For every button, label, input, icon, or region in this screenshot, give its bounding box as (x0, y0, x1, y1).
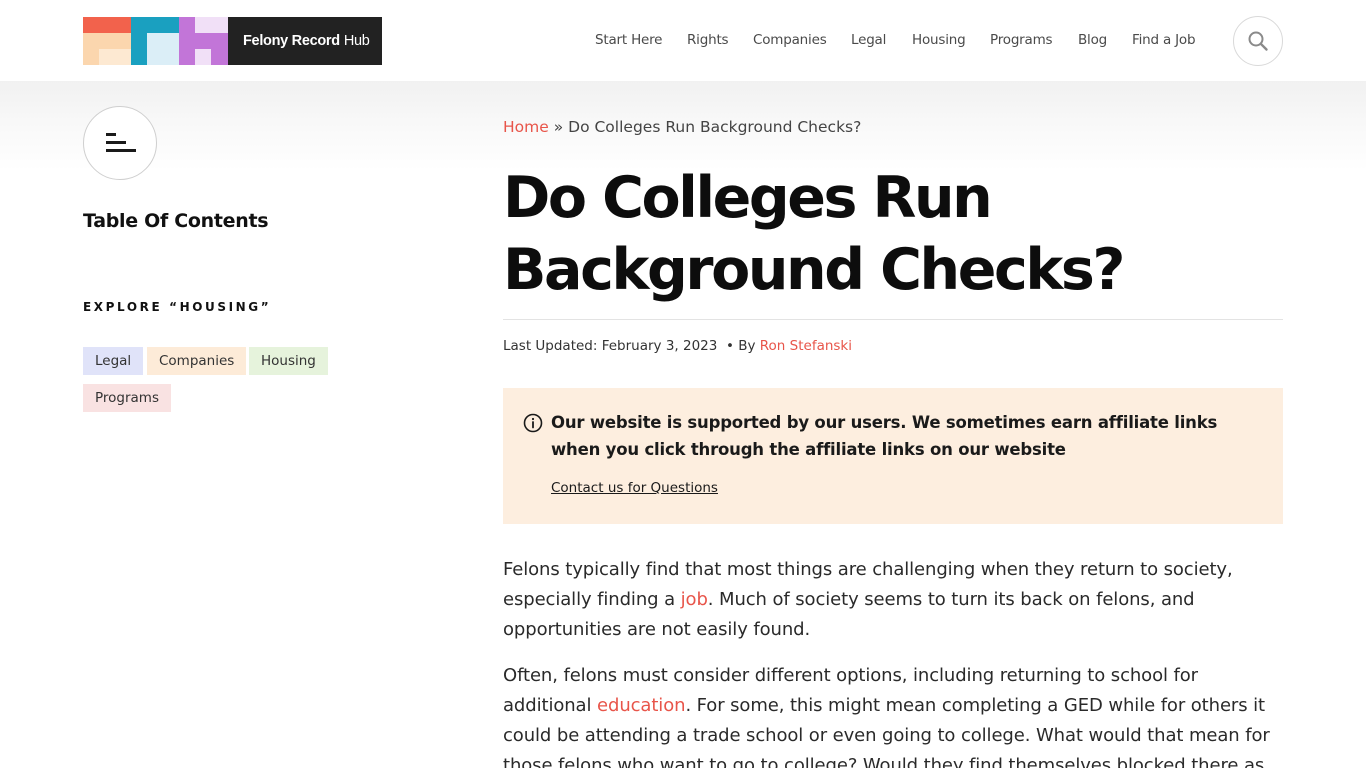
nav-item-legal[interactable]: Legal (851, 32, 886, 48)
search-button[interactable] (1233, 16, 1283, 66)
tag-legal[interactable]: Legal (83, 347, 144, 375)
nav-item-blog[interactable]: Blog (1078, 32, 1107, 48)
page-title: Do Colleges Run Background Checks? (503, 165, 1125, 303)
logo-name-rest: Hub (343, 33, 370, 49)
author-link[interactable]: Ron Stefanski (760, 338, 852, 354)
nav-item-start-here[interactable]: Start Here (595, 32, 662, 48)
breadcrumb-separator: » (553, 118, 564, 136)
site-logo[interactable]: Felony Record Hub (83, 17, 382, 65)
nav-item-programs[interactable]: Programs (990, 32, 1053, 48)
logo-wordmark: Felony Record Hub (228, 17, 382, 65)
tag-housing[interactable]: Housing (249, 347, 328, 375)
table-of-contents-button[interactable] (83, 106, 157, 180)
breadcrumb-current: Do Colleges Run Background Checks? (568, 118, 862, 136)
tag-companies[interactable]: Companies (147, 347, 247, 375)
logo-mark-icon (83, 17, 228, 65)
toc-title: Table Of Contents (83, 210, 269, 232)
logo-name-bold: Felony Record (243, 33, 340, 49)
last-updated: Last Updated: February 3, 2023 (503, 338, 718, 354)
nav-item-housing[interactable]: Housing (912, 32, 966, 48)
affiliate-notice: Our website is supported by our users. W… (503, 388, 1283, 524)
breadcrumb: Home » Do Colleges Run Background Checks… (503, 118, 861, 136)
education-link[interactable]: education (597, 695, 686, 716)
notice-text: Our website is supported by our users. W… (551, 413, 1218, 459)
site-header: Felony Record Hub Start Here Rights Comp… (0, 0, 1366, 81)
article-paragraph-1: Felons typically find that most things a… (503, 555, 1283, 645)
nav-item-find-a-job[interactable]: Find a Job (1132, 32, 1196, 48)
tag-programs[interactable]: Programs (83, 384, 171, 412)
contact-link[interactable]: Contact us for Questions (551, 480, 718, 496)
search-icon (1248, 31, 1268, 51)
explore-title: EXPLORE “HOUSING” (83, 300, 272, 314)
meta-by: • By (725, 338, 756, 354)
article-paragraph-2: Often, felons must consider different op… (503, 661, 1283, 768)
article-meta: Last Updated: February 3, 2023 • By Ron … (503, 338, 852, 354)
job-link[interactable]: job (681, 589, 708, 610)
nav-item-companies[interactable]: Companies (753, 32, 827, 48)
breadcrumb-home[interactable]: Home (503, 118, 549, 136)
info-circle-icon (523, 413, 543, 433)
title-divider (503, 319, 1283, 320)
nav-item-rights[interactable]: Rights (687, 32, 729, 48)
